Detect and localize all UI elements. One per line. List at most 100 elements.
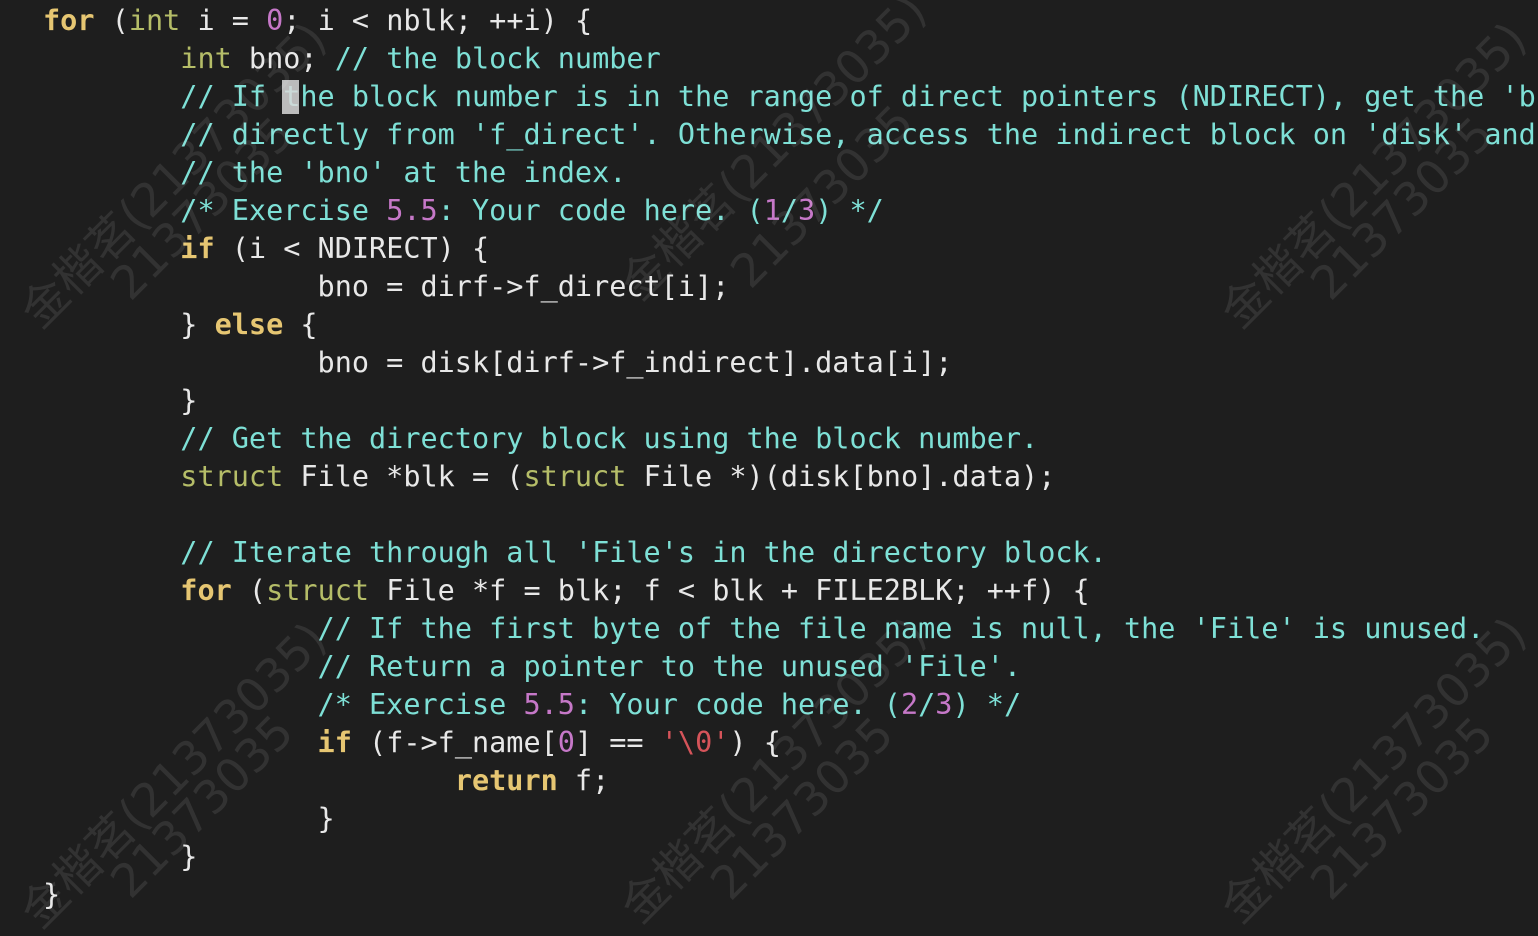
code-token-plain: i =	[180, 4, 267, 37]
code-token-comment: : Your code here. (	[437, 194, 764, 227]
code-token-comment: : Your code here. (	[574, 688, 901, 721]
code-token-plain: (i < NDIRECT) {	[214, 232, 490, 265]
code-line[interactable]: return f;	[43, 762, 609, 800]
watermark-id: 21373035	[1300, 706, 1504, 911]
code-line[interactable]: bno = dirf->f_direct[i];	[43, 268, 730, 306]
code-token-comment: // the block number	[334, 42, 661, 75]
code-token-number: 3	[798, 194, 816, 227]
code-line[interactable]: // If the first byte of the file name is…	[43, 610, 1485, 648]
code-token-comment: // Get the directory block using the blo…	[180, 422, 1039, 455]
code-token-comment: /	[918, 688, 936, 721]
code-line[interactable]: if (f->f_name[0] == '\0') {	[43, 724, 781, 762]
code-token-comment: ) */	[815, 194, 884, 227]
code-token-plain: }	[43, 308, 215, 341]
code-line[interactable]: // the 'bno' at the index.	[43, 154, 626, 192]
code-token-plain: ) {	[729, 726, 781, 759]
code-token-number: 0	[266, 4, 284, 37]
code-line[interactable]: // If the block number is in the range o…	[43, 78, 1538, 116]
code-token-plain: (f->f_name[	[351, 726, 558, 759]
code-line[interactable]: }	[43, 838, 197, 876]
code-line[interactable]: }	[43, 382, 197, 420]
code-line[interactable]: int bno; // the block number	[43, 40, 661, 78]
code-token-comment: // directly from 'f_direct'. Otherwise, …	[180, 118, 1538, 151]
code-token-number: 5.5	[523, 688, 575, 721]
code-token-comment: /	[780, 194, 799, 227]
code-token-comment: // the 'bno' at the index.	[180, 156, 627, 189]
code-line[interactable]: }	[43, 876, 60, 914]
code-line[interactable]: // directly from 'f_direct'. Otherwise, …	[43, 116, 1538, 154]
code-line[interactable]: for (struct File *f = blk; f < blk + FIL…	[43, 572, 1090, 610]
code-token-plain: }	[43, 802, 335, 835]
code-token-keyword: else	[214, 308, 284, 341]
code-token-string: '\0'	[660, 726, 730, 759]
code-token-plain: bno = dirf->f_direct[i];	[43, 270, 730, 303]
code-token-plain: {	[283, 308, 318, 341]
watermark-name: 金楷茗(21373035)	[1210, 11, 1537, 339]
code-token-plain: File *f = blk; f < blk + FILE2BLK; ++f) …	[369, 574, 1090, 607]
code-token-type: int	[180, 42, 232, 75]
code-token-keyword: return	[454, 764, 558, 797]
code-token-plain: (	[231, 574, 267, 607]
code-token-comment: // If the first byte of the file name is…	[317, 612, 1485, 645]
code-token-comment: // If the block number is in the range o…	[180, 80, 1538, 113]
code-line[interactable]: bno = disk[dirf->f_indirect].data[i];	[43, 344, 953, 382]
code-line[interactable]: // Return a pointer to the unused 'File'…	[43, 648, 1022, 686]
code-line[interactable]: } else {	[43, 306, 318, 344]
code-token-plain: bno = disk[dirf->f_indirect].data[i];	[43, 346, 953, 379]
code-line[interactable]: if (i < NDIRECT) {	[43, 230, 489, 268]
code-token-keyword: for	[43, 4, 95, 37]
code-line[interactable]: struct File *blk = (struct File *)(disk[…	[43, 458, 1055, 496]
code-line[interactable]: /* Exercise 5.5: Your code here. (2/3) *…	[43, 686, 1022, 724]
code-token-plain: }	[43, 840, 198, 873]
code-token-number: 2	[900, 688, 919, 721]
code-token-comment: ) */	[952, 688, 1022, 721]
code-token-keyword: if	[180, 232, 215, 265]
code-token-keyword: if	[317, 726, 352, 759]
watermark-name: 金楷茗(21373035)	[1210, 606, 1537, 934]
code-token-number: 1	[763, 194, 781, 227]
code-line[interactable]: }	[43, 800, 335, 838]
code-token-keyword: for	[180, 574, 232, 607]
code-token-number: 5.5	[386, 194, 438, 227]
code-token-plain: f;	[557, 764, 610, 797]
code-token-plain: }	[43, 384, 198, 417]
code-line[interactable]: // Iterate through all 'File's in the di…	[43, 534, 1107, 572]
code-token-type: struct	[523, 460, 627, 493]
code-token-comment: // Return a pointer to the unused 'File'…	[317, 650, 1022, 683]
code-token-plain: (	[94, 4, 129, 37]
code-token-number: 0	[557, 726, 575, 759]
code-token-comment: /* Exercise	[317, 688, 524, 721]
code-editor[interactable]: for (int i = 0; i < nblk; ++i) { int bno…	[0, 0, 1538, 936]
text-cursor	[282, 80, 299, 114]
code-line[interactable]: // Get the directory block using the blo…	[43, 420, 1038, 458]
code-token-type: struct	[266, 574, 370, 607]
code-token-plain: }	[43, 878, 61, 911]
code-line[interactable]: /* Exercise 5.5: Your code here. (1/3) *…	[43, 192, 884, 230]
code-token-plain: ; i < nblk; ++i) {	[283, 4, 593, 37]
code-token-number: 3	[935, 688, 953, 721]
code-token-comment: /* Exercise	[180, 194, 387, 227]
code-token-type: int	[128, 4, 181, 37]
code-token-plain: bno;	[231, 42, 335, 75]
code-line[interactable]: for (int i = 0; i < nblk; ++i) {	[43, 2, 592, 40]
code-token-type: struct	[180, 460, 284, 493]
code-token-plain: ] ==	[574, 726, 661, 759]
code-token-comment: // Iterate through all 'File's in the di…	[180, 536, 1107, 569]
code-token-plain: File *)(disk[bno].data);	[626, 460, 1056, 493]
code-token-plain: File *blk = (	[283, 460, 524, 493]
